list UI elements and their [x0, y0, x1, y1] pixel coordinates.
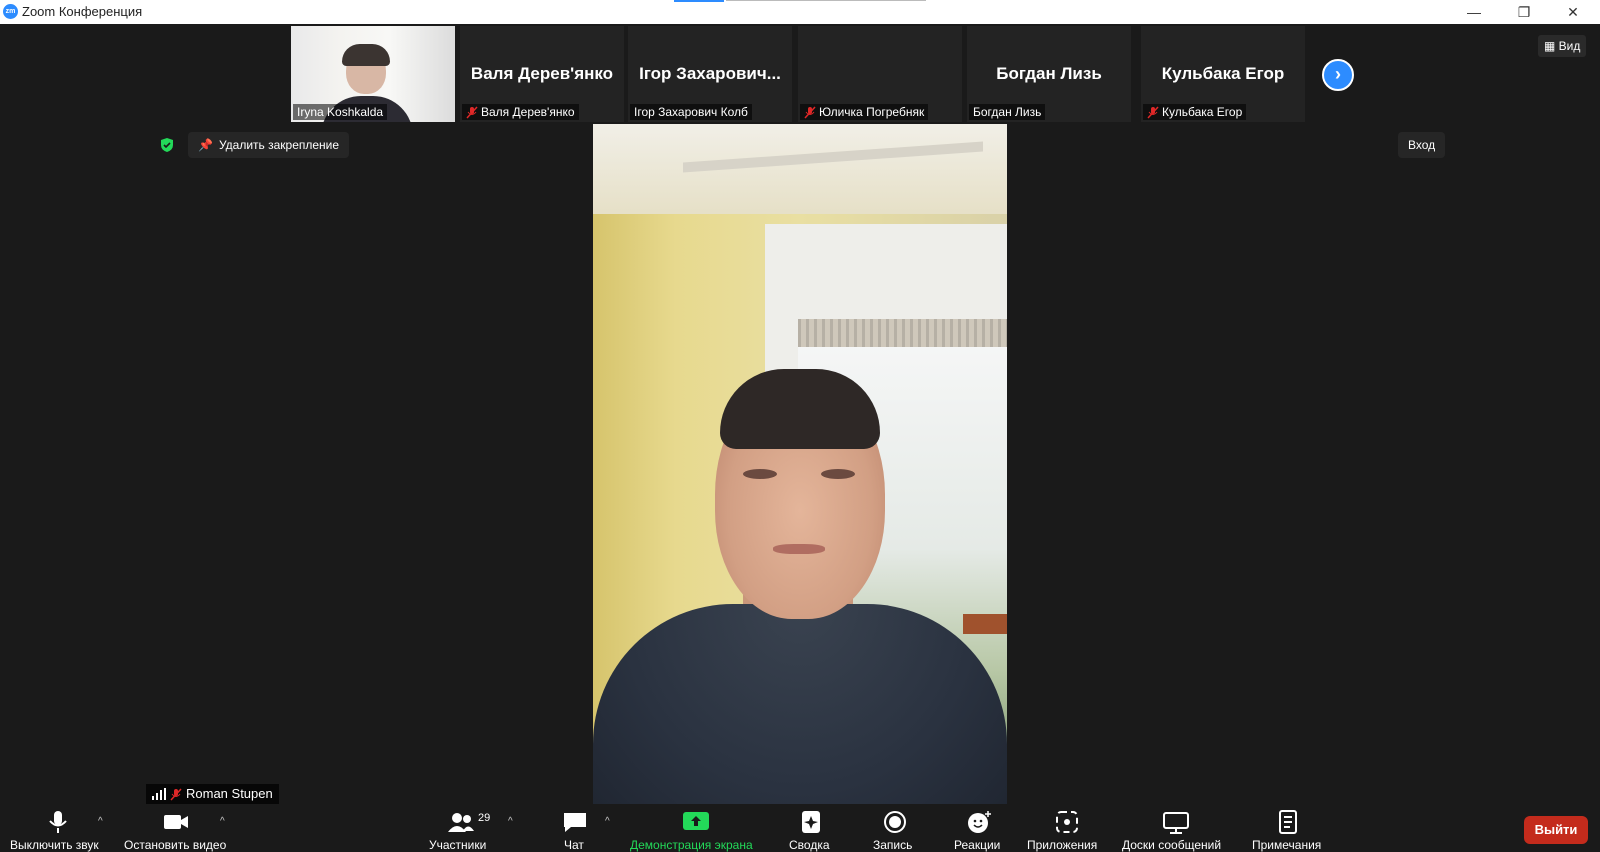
mic-muted-icon [170, 787, 182, 801]
participant-display-name: Богдан Лизь [996, 64, 1102, 83]
speaker-eye [743, 469, 777, 479]
window-title: Zoom Конференция [22, 4, 143, 19]
participant-tile[interactable]: Валя Дерев'янко Валя Дерев'янко [460, 26, 624, 122]
notes-button[interactable]: Примечания [1248, 806, 1328, 852]
video-sill [963, 614, 1007, 634]
share-screen-icon [683, 812, 709, 830]
participant-name: Ігор Захарович Колб [634, 105, 748, 119]
participant-tile[interactable]: Юличка Погребняк [798, 26, 962, 122]
main-speaker-video [593, 124, 1007, 804]
view-button[interactable]: ▦ Вид [1538, 35, 1587, 57]
whiteboard-icon [1163, 812, 1189, 834]
notes-label: Примечания [1252, 838, 1322, 852]
participants-button[interactable]: 29 Участники [425, 806, 495, 852]
chat-options-caret[interactable]: ^ [605, 816, 610, 827]
participant-video-hair [342, 44, 390, 66]
reactions-label: Реакции [954, 838, 1001, 852]
participant-name-label: Юличка Погребняк [800, 104, 929, 120]
video-blind [798, 319, 1007, 347]
chat-icon [564, 813, 586, 832]
main-speaker-name: Roman Stupen [186, 786, 273, 801]
participant-name-label: Кульбака Егор [1143, 104, 1247, 120]
speaker-body [593, 604, 1007, 804]
title-accent-line [674, 0, 724, 2]
grid-icon: ▦ [1544, 39, 1559, 53]
participant-name: Юличка Погребняк [819, 105, 925, 119]
share-screen-label: Демонстрация экрана [630, 838, 753, 852]
notes-icon [1279, 810, 1297, 834]
signal-strength-icon [152, 788, 166, 800]
whiteboards-label: Доски сообщений [1122, 838, 1222, 852]
restore-button[interactable]: ❐ [1514, 2, 1534, 22]
title-divider-line [726, 0, 926, 1]
video-label: Остановить видео [124, 838, 227, 852]
leave-button[interactable]: Выйти [1524, 816, 1588, 844]
audio-options-caret[interactable]: ^ [98, 816, 103, 827]
share-screen-button[interactable]: Демонстрация экрана [628, 806, 764, 852]
participant-tile[interactable]: Богдан Лизь Богдан Лизь [967, 26, 1131, 122]
speaker-eye [821, 469, 855, 479]
participant-display-name: Ігор Захарович... [639, 64, 781, 83]
video-options-caret[interactable]: ^ [220, 816, 225, 827]
participants-options-caret[interactable]: ^ [508, 816, 513, 827]
participant-name-label: Ігор Захарович Колб [630, 104, 752, 120]
summary-label: Сводка [789, 838, 830, 852]
chat-label: Чат [564, 838, 584, 852]
minimize-button[interactable]: — [1464, 2, 1484, 22]
participant-name-label: Валя Дерев'янко [462, 104, 579, 120]
mute-label: Выключить звук [10, 838, 99, 852]
participant-tile[interactable]: Ігор Захарович... Ігор Захарович Колб [628, 26, 792, 122]
next-page-button[interactable]: › [1322, 59, 1354, 91]
unpin-button[interactable]: 📌 Удалить закрепление [188, 132, 350, 158]
participant-tile[interactable]: Iryna Koshkalda [291, 26, 455, 122]
participant-name: Iryna Koshkalda [297, 105, 384, 119]
participant-name-label: Iryna Koshkalda [293, 104, 388, 120]
record-icon [884, 811, 906, 833]
record-button[interactable]: Запись [867, 806, 923, 852]
enter-button[interactable]: Вход [1398, 132, 1446, 158]
close-button[interactable]: ✕ [1563, 2, 1583, 22]
microphone-icon [49, 811, 67, 833]
record-label: Запись [873, 838, 913, 852]
participants-count: 29 [478, 812, 491, 824]
participant-display-name: Кульбака Егор [1161, 64, 1285, 83]
mute-button[interactable]: Выключить звук [0, 806, 110, 852]
participant-name-label: Богдан Лизь [969, 104, 1046, 120]
pin-icon: 📌 [198, 138, 213, 152]
participants-icon [448, 813, 474, 832]
unpin-label: Удалить закрепление [218, 138, 340, 152]
apps-label: Приложения [1027, 838, 1098, 852]
main-speaker-name-tag: Roman Stupen [146, 784, 279, 804]
participant-display-name: Валя Дерев'янко [470, 64, 614, 83]
zoom-logo-icon: zm [3, 4, 18, 19]
stop-video-button[interactable]: Остановить видео [120, 806, 232, 852]
participant-name: Валя Дерев'янко [481, 105, 575, 119]
mic-muted-icon [1147, 105, 1159, 119]
summary-icon [802, 811, 820, 833]
mic-muted-icon [466, 105, 478, 119]
participant-name: Богдан Лизь [973, 105, 1042, 119]
speaker-mouth [773, 544, 825, 554]
apps-icon [1056, 811, 1078, 833]
reactions-icon [968, 811, 991, 833]
view-label: Вид [1558, 39, 1581, 53]
chat-button[interactable]: Чат [555, 806, 595, 852]
participant-tile[interactable]: Кульбака Егор Кульбака Егор [1141, 26, 1305, 122]
title-bar: zm Zoom Конференция — ❐ ✕ [0, 0, 1600, 24]
meeting-toolbar: Выключить звук ^ Остановить видео ^ 29 У… [0, 806, 1600, 852]
participant-name: Кульбака Егор [1162, 105, 1243, 119]
video-ceiling [593, 124, 1007, 214]
shield-icon[interactable] [159, 137, 175, 153]
reactions-button[interactable]: Реакции [950, 806, 1010, 852]
mic-muted-icon [804, 105, 816, 119]
video-camera-icon [164, 815, 188, 829]
summary-button[interactable]: Сводка [783, 806, 839, 852]
whiteboards-button[interactable]: Доски сообщений [1120, 806, 1232, 852]
participants-label: Участники [429, 838, 487, 852]
apps-button[interactable]: Приложения [1025, 806, 1109, 852]
